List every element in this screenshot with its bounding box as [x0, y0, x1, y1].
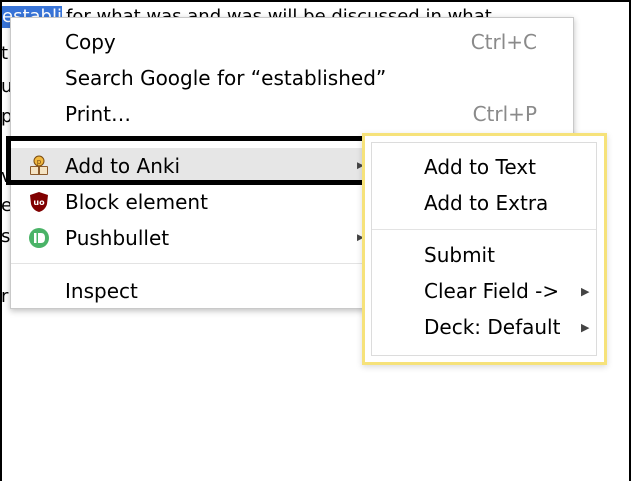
submenu-item-deck[interactable]: Deck: Default ▶: [372, 309, 596, 345]
menu-item-label: Add to Anki: [65, 154, 181, 178]
submenu-item-label: Add to Extra: [424, 191, 549, 215]
page-text-fragment: t: [1, 43, 9, 64]
submenu-item-add-to-text[interactable]: Add to Text: [372, 149, 596, 185]
anki-submenu-frame: Add to Text Add to Extra Submit Clear Fi…: [362, 133, 607, 365]
submenu-separator: [372, 229, 596, 230]
svg-text:uo: uo: [33, 198, 45, 207]
menu-item-label: Copy: [65, 30, 116, 54]
menu-item-label: Block element: [65, 190, 208, 214]
shortcut-text: Ctrl+P: [472, 102, 537, 126]
page-text-fragment: s: [1, 226, 11, 247]
menu-item-copy[interactable]: Copy Ctrl+C: [11, 24, 573, 60]
menu-item-search-google[interactable]: Search Google for “established”: [11, 60, 573, 96]
menu-item-label: Print…: [65, 102, 132, 126]
menu-item-label: Inspect: [65, 279, 138, 303]
menu-item-label: Search Google for “established”: [65, 66, 387, 90]
ublock-icon: uo: [27, 190, 51, 214]
menu-item-print[interactable]: Print… Ctrl+P: [11, 96, 573, 132]
submenu-item-add-to-extra[interactable]: Add to Extra: [372, 185, 596, 221]
submenu-item-label: Deck: Default: [424, 315, 561, 339]
svg-text:p: p: [37, 158, 42, 166]
submenu-item-clear-field[interactable]: Clear Field -> ▶: [372, 273, 596, 309]
submenu-item-submit[interactable]: Submit: [372, 237, 596, 273]
submenu-item-label: Submit: [424, 243, 495, 267]
anki-submenu: Add to Text Add to Extra Submit Clear Fi…: [371, 142, 597, 356]
submenu-item-label: Clear Field ->: [424, 279, 560, 303]
menu-item-label: Pushbullet: [65, 226, 170, 250]
shortcut-text: Ctrl+C: [470, 30, 537, 54]
submenu-arrow-icon: ▶: [581, 284, 590, 298]
submenu-arrow-icon: ▶: [581, 320, 590, 334]
submenu-item-label: Add to Text: [424, 155, 536, 179]
pushbullet-icon: [27, 226, 51, 250]
page-text-fragment: r: [1, 286, 9, 307]
anki-icon: p: [27, 154, 51, 178]
